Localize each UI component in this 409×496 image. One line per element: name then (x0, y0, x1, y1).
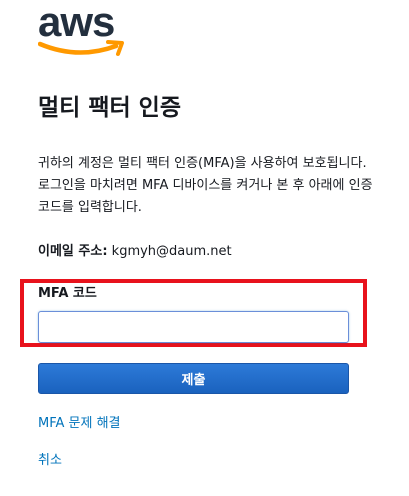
email-label: 이메일 주소: (38, 244, 108, 259)
submit-button[interactable]: 제출 (38, 363, 349, 394)
mfa-troubleshoot-link[interactable]: MFA 문제 해결 (38, 414, 121, 434)
aws-logo: aws (38, 0, 128, 58)
mfa-description: 귀하의 계정은 멀티 팩터 인증(MFA)을 사용하여 보호됩니다. 로그인을 … (38, 156, 373, 215)
cancel-link[interactable]: 취소 (38, 451, 62, 471)
aws-smile-icon (38, 40, 124, 56)
email-row: 이메일 주소: kgmyh@daum.net (38, 242, 232, 262)
email-value: kgmyh@daum.net (111, 244, 232, 259)
mfa-code-input[interactable] (38, 311, 349, 343)
page-title: 멀티 팩터 인증 (38, 95, 181, 121)
mfa-code-label: MFA 코드 (38, 286, 97, 301)
